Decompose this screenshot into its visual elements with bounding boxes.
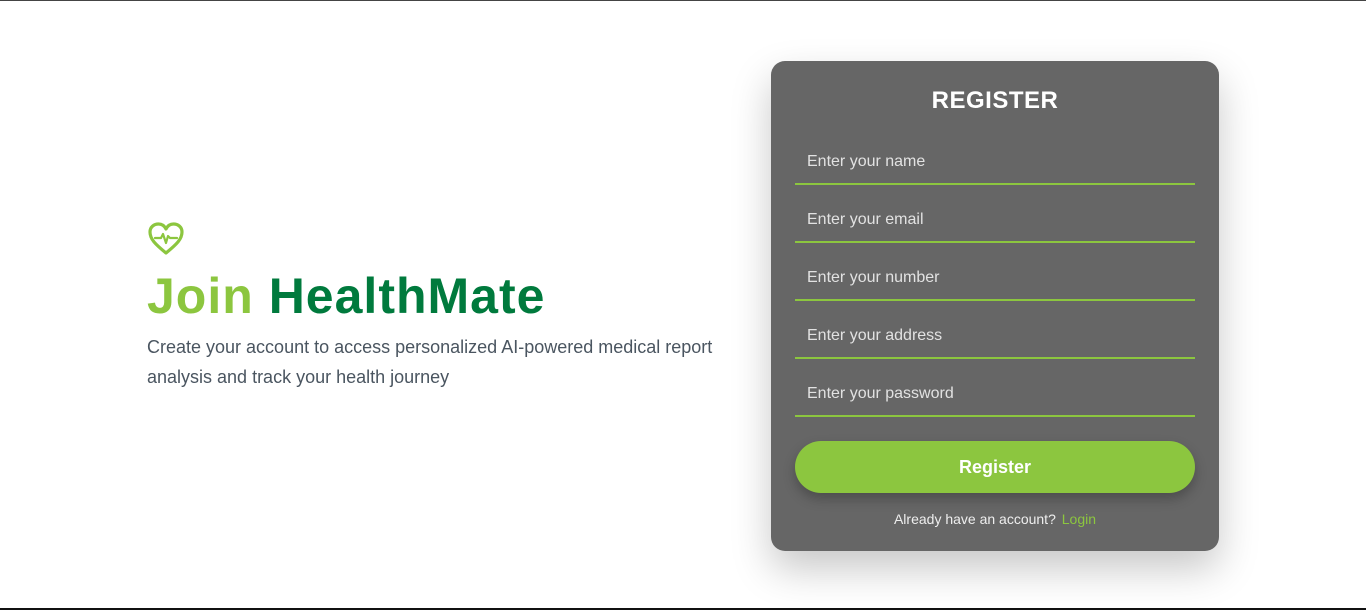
email-input[interactable] <box>795 199 1195 243</box>
register-page: Join HealthMate Create your account to a… <box>0 0 1366 610</box>
address-input[interactable] <box>795 315 1195 359</box>
login-link[interactable]: Login <box>1062 511 1096 527</box>
register-button[interactable]: Register <box>795 441 1195 493</box>
page-title: Join HealthMate <box>147 269 747 324</box>
hero-section: Join HealthMate Create your account to a… <box>147 221 747 392</box>
login-prompt: Already have an account? <box>893 511 1056 527</box>
title-join: Join <box>147 268 254 324</box>
number-input[interactable] <box>795 257 1195 301</box>
password-input[interactable] <box>795 373 1195 417</box>
register-card: REGISTER Register Already have an accoun… <box>771 61 1219 551</box>
register-heading: REGISTER <box>931 87 1059 114</box>
name-input[interactable] <box>795 141 1195 185</box>
login-row: Already have an account? Login <box>795 511 1195 527</box>
title-brand: HealthMate <box>268 268 546 324</box>
hero-description: Create your account to access personaliz… <box>147 337 713 387</box>
heart-pulse-icon <box>148 222 184 255</box>
